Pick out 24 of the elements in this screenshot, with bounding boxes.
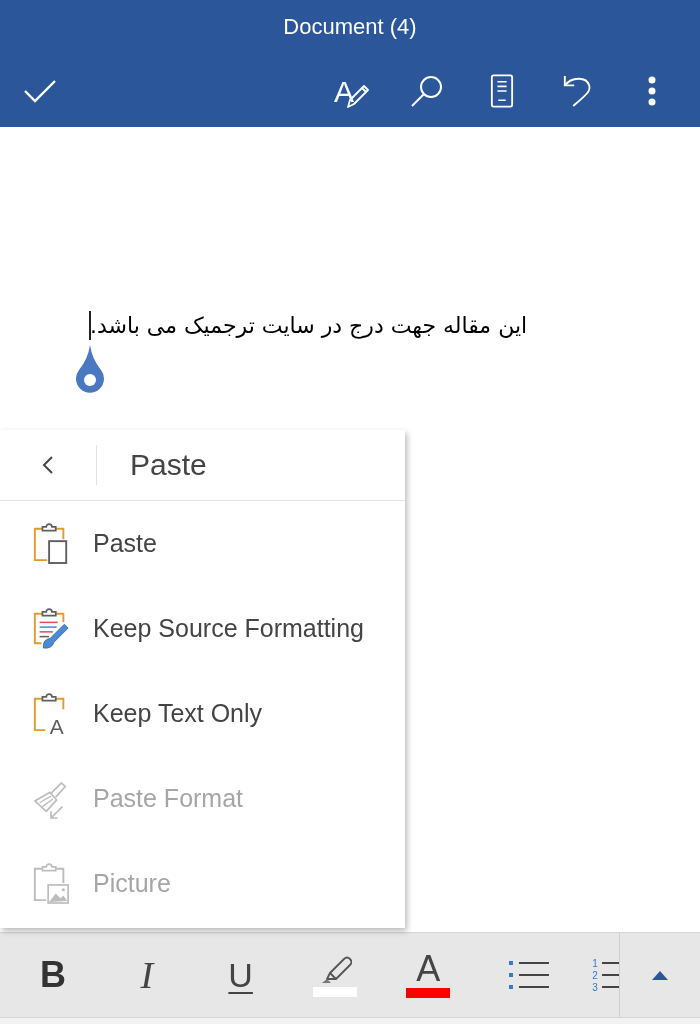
clipboard-brush-icon	[32, 607, 70, 650]
font-color-button[interactable]: A	[381, 933, 476, 1017]
italic-button[interactable]: I	[99, 933, 194, 1017]
text-cursor	[89, 311, 91, 340]
bulleted-list-icon	[509, 960, 550, 990]
bold-button[interactable]: B	[6, 933, 100, 1017]
document-paragraph: این مقاله جهت درج در سایت ترجمیک می باشد.	[90, 312, 528, 340]
keep-source-formatting-option[interactable]: Keep Source Formatting	[0, 586, 405, 671]
underline-button[interactable]: U	[193, 933, 288, 1017]
phone-icon	[489, 73, 514, 108]
caret-up-icon	[652, 970, 669, 980]
document-title: Document (4)	[283, 14, 417, 40]
menu-title: Paste	[130, 448, 207, 482]
search-icon	[409, 73, 444, 108]
clipboard-image-icon	[32, 862, 70, 905]
clipboard-document-icon	[32, 522, 70, 565]
numbered-list-button[interactable]: 1 2 3	[583, 933, 620, 1017]
more-options-icon	[647, 75, 656, 106]
check-icon	[23, 77, 57, 104]
proofing-button[interactable]: A	[314, 62, 389, 119]
chevron-left-icon	[42, 455, 54, 475]
undo-icon	[561, 73, 592, 108]
paste-option[interactable]: Paste	[0, 501, 405, 586]
keep-text-only-option[interactable]: A Keep Text Only	[0, 671, 405, 756]
